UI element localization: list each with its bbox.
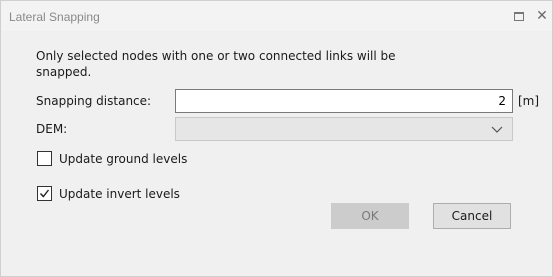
description-line-1: Only selected nodes with one or two conn… xyxy=(36,49,396,63)
update-invert-levels-option[interactable]: Update invert levels xyxy=(37,186,180,201)
update-invert-levels-checkbox[interactable] xyxy=(37,186,52,201)
snapping-distance-unit: [m] xyxy=(518,94,540,108)
update-ground-levels-option[interactable]: Update ground levels xyxy=(37,151,187,166)
cancel-button[interactable]: Cancel xyxy=(433,203,511,229)
dialog-title: Lateral Snapping xyxy=(9,10,100,24)
lateral-snapping-dialog: Lateral Snapping ✕ Only selected nodes w… xyxy=(0,0,553,277)
update-ground-levels-checkbox[interactable] xyxy=(37,151,52,166)
description-text: Only selected nodes with one or two conn… xyxy=(36,48,476,80)
title-bar: Lateral Snapping ✕ xyxy=(1,1,552,31)
close-button[interactable]: ✕ xyxy=(533,7,551,25)
close-icon: ✕ xyxy=(536,8,548,24)
update-invert-levels-label: Update invert levels xyxy=(59,186,180,201)
update-ground-levels-label: Update ground levels xyxy=(59,151,188,166)
description-line-2: snapped. xyxy=(36,65,92,79)
restore-button[interactable] xyxy=(510,7,528,25)
restore-icon xyxy=(514,11,524,21)
dem-label: DEM: xyxy=(36,122,68,136)
chevron-down-icon xyxy=(491,126,503,133)
checkmark-icon xyxy=(39,189,50,198)
dem-dropdown[interactable] xyxy=(175,117,513,141)
snapping-distance-label: Snapping distance: xyxy=(36,94,152,108)
ok-button[interactable]: OK xyxy=(331,203,409,229)
snapping-distance-input[interactable] xyxy=(175,89,513,113)
